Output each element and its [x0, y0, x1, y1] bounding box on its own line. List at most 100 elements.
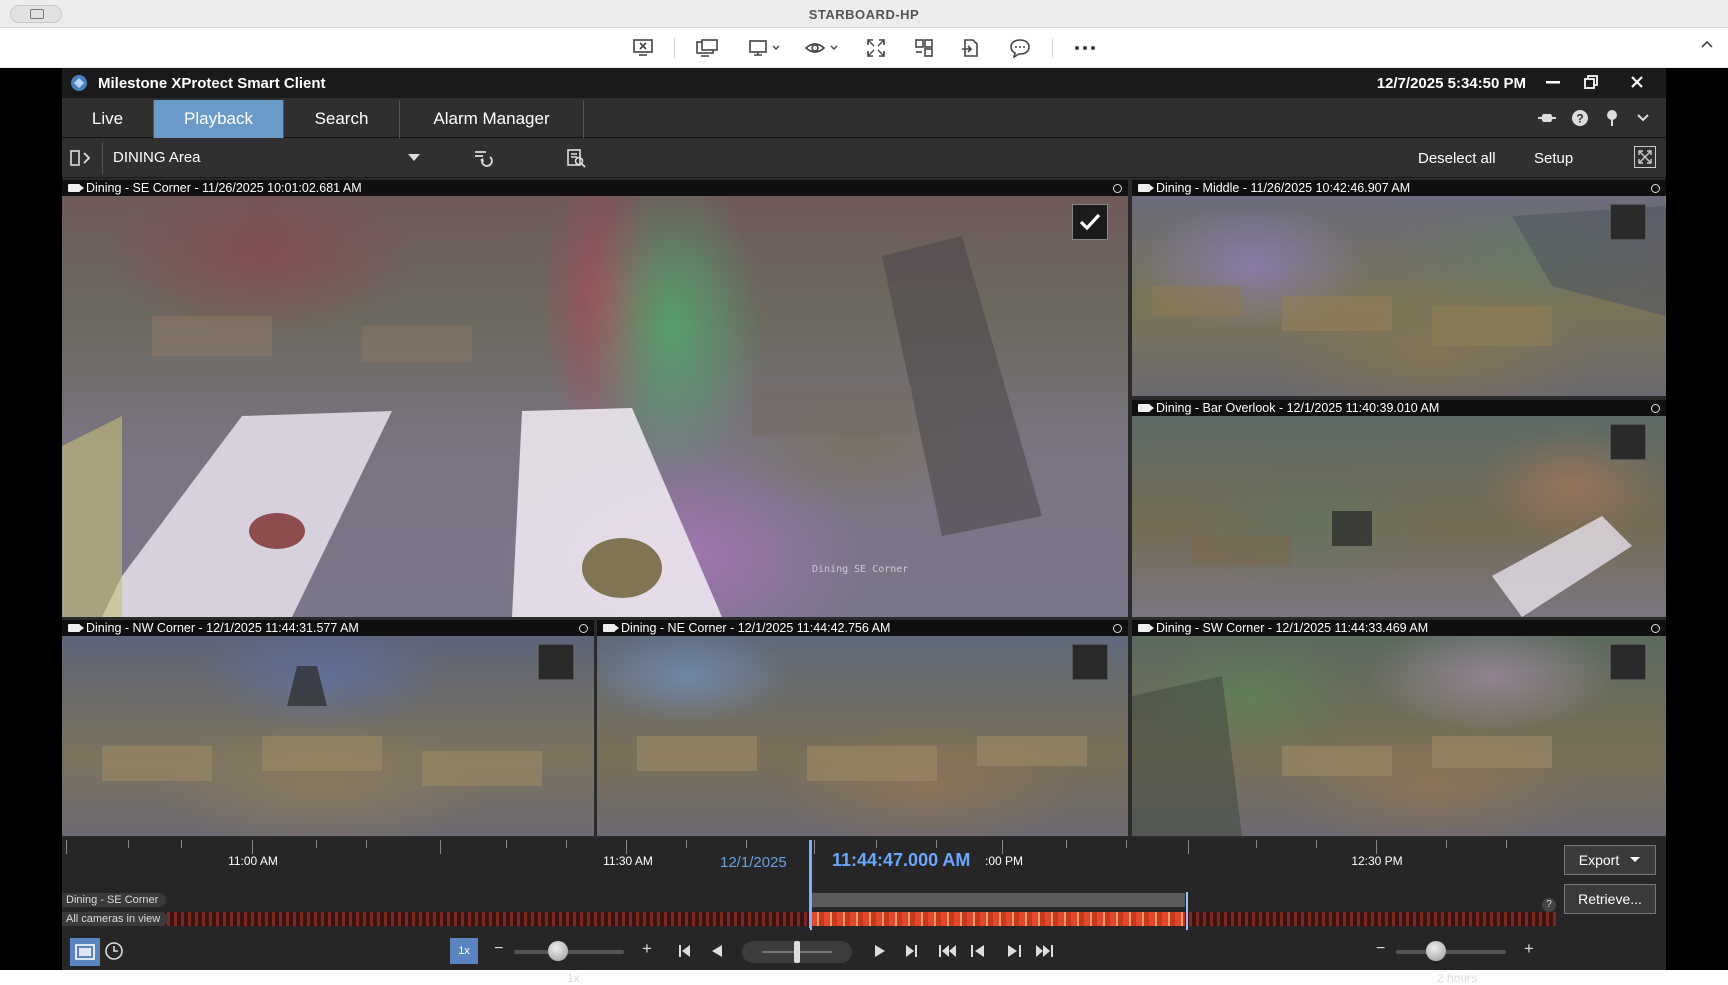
previous-frame-icon[interactable] — [674, 939, 698, 963]
app-name: Milestone XProtect Smart Client — [98, 75, 326, 92]
view-selector[interactable]: DINING Area — [102, 142, 432, 174]
deselect-all-button[interactable]: Deselect all — [1418, 150, 1496, 167]
timeline-tick — [1066, 840, 1067, 848]
next-frame-icon[interactable] — [898, 939, 922, 963]
speed-slider-knob[interactable] — [548, 941, 568, 961]
disconnect-icon[interactable] — [630, 36, 656, 60]
scene-shapes — [1152, 206, 1666, 346]
timeline-label: 11:30 AM — [603, 854, 653, 868]
display-dropdown-icon[interactable] — [748, 36, 784, 60]
select-camera-checkbox[interactable] — [1610, 424, 1646, 460]
file-transfer-icon[interactable] — [958, 36, 984, 60]
speed-slider[interactable] — [514, 950, 624, 954]
span-increase-icon[interactable]: + — [1524, 939, 1534, 959]
timeline-tick — [1316, 840, 1317, 848]
select-camera-checkbox[interactable] — [1072, 644, 1108, 680]
export-button[interactable]: Export — [1564, 845, 1656, 875]
previous-sequence-icon[interactable] — [966, 939, 990, 963]
close-button[interactable] — [1622, 71, 1652, 93]
timeline-label: :00 PM — [984, 854, 1024, 868]
send-ctrl-alt-del-icon[interactable] — [694, 36, 720, 60]
last-sequence-icon[interactable] — [1032, 939, 1056, 963]
chevron-down-icon[interactable] — [1632, 107, 1654, 129]
camera-tile-se-corner[interactable]: Dining - SE Corner - 11/26/2025 10:01:02… — [62, 180, 1128, 617]
toolbar-separator — [674, 38, 675, 58]
jog-handle[interactable] — [794, 941, 800, 963]
camera-tile-middle[interactable]: Dining - Middle - 11/26/2025 10:42:46.90… — [1132, 180, 1666, 396]
timeline-tick — [316, 840, 317, 848]
timeline-tick — [1126, 840, 1127, 848]
timeline-date: 12/1/2025 — [720, 854, 787, 871]
camera-icon — [1138, 404, 1154, 412]
tab-search[interactable]: Search — [284, 100, 400, 138]
multi-monitor-icon[interactable] — [911, 36, 937, 60]
camera-video[interactable] — [1132, 196, 1666, 396]
time-span-knob[interactable] — [1426, 941, 1446, 961]
chevron-down-icon — [1630, 857, 1641, 862]
camera-tile-sw-corner[interactable]: Dining - SW Corner - 12/1/2025 11:44:33.… — [1132, 620, 1666, 836]
pin-icon[interactable] — [1601, 107, 1623, 129]
camera-video[interactable] — [62, 636, 594, 836]
scene-shapes — [637, 736, 1087, 781]
view-toolbar: DINING Area Deselect all Setup — [62, 138, 1666, 178]
camera-header: Dining - SW Corner - 12/1/2025 11:44:33.… — [1132, 620, 1666, 636]
camera-video[interactable] — [1132, 416, 1666, 617]
select-camera-checkbox[interactable] — [538, 644, 574, 680]
timeline-mode-icon[interactable] — [70, 938, 100, 966]
span-decrease-icon[interactable]: − — [1376, 940, 1385, 958]
fullscreen-icon[interactable] — [863, 36, 889, 60]
camera-video[interactable] — [1132, 636, 1666, 836]
maximize-view-icon[interactable] — [1634, 146, 1656, 168]
toolbar-separator — [1052, 38, 1053, 58]
first-sequence-icon[interactable] — [936, 939, 960, 963]
timeline-tick — [66, 840, 67, 854]
next-sequence-icon[interactable] — [1002, 939, 1026, 963]
camera-icon — [1138, 624, 1154, 632]
tab-playback[interactable]: Playback — [154, 100, 284, 138]
speed-increase-icon[interactable]: + — [642, 939, 652, 959]
export-view-icon[interactable] — [565, 147, 587, 169]
time-span-label: 2 hours — [1437, 971, 1478, 985]
toggle-panel-icon[interactable] — [70, 148, 94, 168]
playhead[interactable] — [809, 840, 812, 928]
camera-header: Dining - Middle - 11/26/2025 10:42:46.90… — [1132, 180, 1666, 196]
select-camera-checkbox[interactable] — [1072, 204, 1108, 240]
play-forward-icon[interactable] — [868, 939, 892, 963]
track-name: All cameras in view — [62, 912, 169, 926]
timeline-tick — [876, 840, 877, 848]
setup-button[interactable]: Setup — [1534, 150, 1573, 167]
tab-live[interactable]: Live — [62, 100, 154, 138]
camera-tile-nw-corner[interactable]: Dining - NW Corner - 12/1/2025 11:44:31.… — [62, 620, 594, 836]
camera-title: Dining - Bar Overlook - 12/1/2025 11:40:… — [1156, 401, 1440, 415]
view-dropdown-icon[interactable] — [804, 36, 842, 60]
camera-title: Dining - SW Corner - 12/1/2025 11:44:33.… — [1156, 621, 1429, 635]
speed-badge[interactable]: 1x — [450, 938, 478, 964]
recording-indicator-icon — [1113, 184, 1122, 193]
play-reverse-icon[interactable] — [705, 939, 729, 963]
restore-button[interactable] — [1576, 71, 1606, 93]
collapse-toolbar-icon[interactable] — [1700, 36, 1714, 54]
connection-status-icon[interactable] — [1536, 107, 1558, 129]
camera-tile-ne-corner[interactable]: Dining - NE Corner - 12/1/2025 11:44:42.… — [597, 620, 1128, 836]
clock-icon[interactable] — [102, 939, 126, 963]
more-options-icon[interactable] — [1072, 36, 1098, 60]
select-camera-checkbox[interactable] — [1610, 204, 1646, 240]
timeline-tick — [814, 840, 815, 854]
speed-decrease-icon[interactable]: − — [494, 940, 503, 958]
selection-range[interactable] — [810, 892, 1188, 930]
select-camera-checkbox[interactable] — [1610, 644, 1646, 680]
scene-shapes — [62, 236, 1042, 617]
chat-icon[interactable] — [1007, 36, 1033, 60]
timeline-help-icon[interactable]: ? — [1542, 898, 1556, 912]
independent-playback-icon[interactable] — [472, 147, 494, 169]
tab-alarm-manager[interactable]: Alarm Manager — [400, 100, 584, 138]
minimize-button[interactable] — [1538, 71, 1568, 93]
camera-video[interactable]: Dining SE Corner — [62, 196, 1128, 617]
recording-indicator-icon — [1651, 184, 1660, 193]
speed-label: 1x — [567, 971, 580, 985]
camera-tile-bar-overlook[interactable]: Dining - Bar Overlook - 12/1/2025 11:40:… — [1132, 400, 1666, 617]
time-span-slider[interactable] — [1396, 950, 1506, 954]
help-icon[interactable]: ? — [1569, 107, 1591, 129]
retrieve-button[interactable]: Retrieve... — [1564, 884, 1656, 914]
camera-video[interactable] — [597, 636, 1128, 836]
